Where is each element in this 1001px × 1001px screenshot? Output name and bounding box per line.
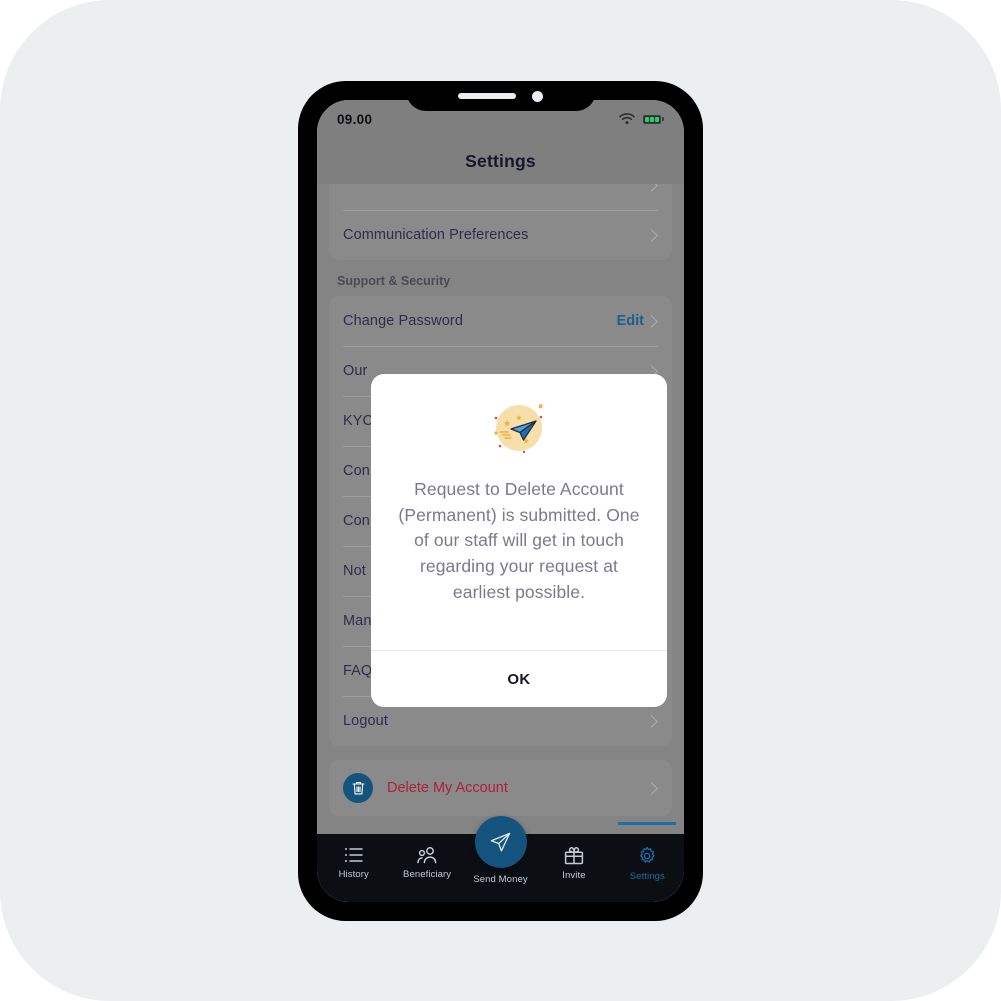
paper-plane-illustration	[488, 396, 550, 463]
page-canvas: 09.00 Settings Communication Preferences…	[0, 0, 1001, 1001]
ok-button[interactable]: OK	[371, 651, 667, 707]
phone-screen: 09.00 Settings Communication Preferences…	[317, 100, 684, 902]
delete-account-confirmation-dialog: Request to Delete Account (Permanent) is…	[371, 374, 667, 707]
phone-frame: 09.00 Settings Communication Preferences…	[298, 81, 703, 921]
speaker-grille-icon	[458, 93, 516, 99]
dialog-message: Request to Delete Account (Permanent) is…	[398, 479, 640, 602]
modal-scrim: Request to Delete Account (Permanent) is…	[317, 100, 684, 902]
